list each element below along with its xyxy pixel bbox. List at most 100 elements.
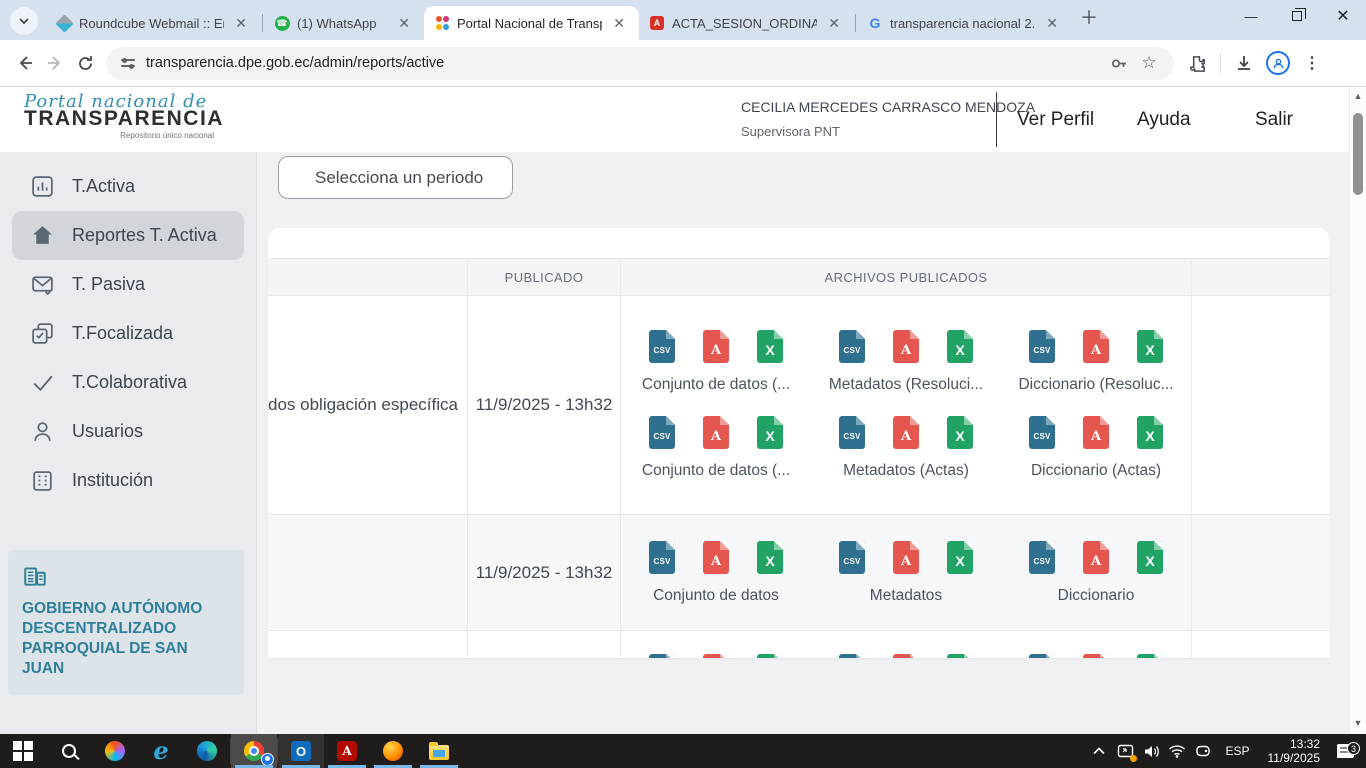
file-group-label[interactable]: Diccionario (Resoluc... <box>1018 376 1173 394</box>
tab-close-button[interactable]: ✕ <box>824 14 844 32</box>
tab-whatsapp[interactable]: ☎ (1) WhatsApp ✕ <box>264 6 424 40</box>
pdf-file-icon[interactable]: A <box>703 654 729 658</box>
csv-file-icon[interactable]: CSV <box>649 654 675 658</box>
xls-file-icon[interactable]: X <box>1137 330 1163 363</box>
site-info-icon[interactable] <box>120 55 136 71</box>
pdf-file-icon[interactable]: A <box>893 330 919 363</box>
tab-close-button[interactable]: ✕ <box>609 14 629 32</box>
xls-file-icon[interactable]: X <box>947 416 973 449</box>
pdf-file-icon[interactable]: A <box>893 416 919 449</box>
volume-icon[interactable] <box>1139 739 1163 763</box>
file-group-label[interactable]: Diccionario <box>1058 587 1135 605</box>
file-group-label[interactable]: Diccionario (Actas) <box>1031 462 1161 480</box>
pdf-file-icon[interactable]: A <box>703 541 729 574</box>
wifi-icon[interactable] <box>1165 739 1189 763</box>
new-tab-button[interactable]: ＋ <box>1080 4 1098 30</box>
csv-file-icon[interactable]: CSV <box>1029 541 1055 574</box>
pdf-file-icon[interactable]: A <box>1083 541 1109 574</box>
csv-file-icon[interactable]: CSV <box>649 330 675 363</box>
clock[interactable]: 13:32 11/9/2025 <box>1260 737 1329 765</box>
start-button[interactable] <box>0 734 46 768</box>
csv-file-icon[interactable]: CSV <box>839 541 865 574</box>
csv-file-icon[interactable]: CSV <box>1029 416 1055 449</box>
profile-avatar-icon[interactable] <box>1263 48 1293 78</box>
pdf-file-icon[interactable]: A <box>703 330 729 363</box>
xls-file-icon[interactable]: X <box>1137 654 1163 658</box>
browser-menu-icon[interactable]: ⋮ <box>1297 48 1327 78</box>
ayuda-link[interactable]: Ayuda <box>1137 109 1191 131</box>
sidebar-item-t-pasiva[interactable]: T. Pasiva <box>12 260 244 309</box>
sidebar-item-institucion[interactable]: Institución <box>12 456 244 505</box>
xls-file-icon[interactable]: X <box>947 330 973 363</box>
bookmark-star-icon[interactable]: ☆ <box>1134 48 1164 78</box>
taskbar-search-button[interactable] <box>46 734 92 768</box>
device-icon[interactable] <box>1191 739 1215 763</box>
close-button[interactable]: ✕ <box>1320 0 1366 32</box>
extensions-icon[interactable] <box>1182 48 1212 78</box>
csv-file-icon[interactable]: CSV <box>839 330 865 363</box>
notification-center-button[interactable]: 3 <box>1330 744 1360 758</box>
scroll-down-icon[interactable]: ▼ <box>1353 718 1363 728</box>
scrollbar-thumb[interactable] <box>1353 113 1363 195</box>
pdf-file-icon[interactable]: A <box>893 654 919 658</box>
xls-file-icon[interactable]: X <box>947 654 973 658</box>
pdf-file-icon[interactable]: A <box>1083 654 1109 658</box>
pdf-file-icon[interactable]: A <box>1083 416 1109 449</box>
csv-file-icon[interactable]: CSV <box>649 541 675 574</box>
screen-share-icon[interactable] <box>1113 739 1137 763</box>
address-bar[interactable]: transparencia.dpe.gob.ec/admin/reports/a… <box>106 47 1174 80</box>
pdf-file-icon[interactable]: A <box>893 541 919 574</box>
period-select[interactable]: Selecciona un periodo <box>278 156 513 199</box>
csv-file-icon[interactable]: CSV <box>839 654 865 658</box>
sidebar-item-t-focalizada[interactable]: T.Focalizada <box>12 309 244 358</box>
taskbar-acrobat-button[interactable]: A <box>324 734 370 768</box>
file-group-label[interactable]: Metadatos (Resoluci... <box>829 376 983 394</box>
taskbar-explorer-button[interactable] <box>416 734 462 768</box>
file-group-label[interactable]: Conjunto de datos <box>653 587 779 605</box>
institution-card[interactable]: GOBIERNO AUTÓNOMO DESCENTRALIZADO PARROQ… <box>8 550 244 695</box>
xls-file-icon[interactable]: X <box>757 654 783 658</box>
pdf-file-icon[interactable]: A <box>703 416 729 449</box>
back-button[interactable] <box>10 48 40 78</box>
salir-link[interactable]: Salir <box>1255 109 1293 131</box>
page-scrollbar[interactable]: ▲ ▼ <box>1349 87 1366 734</box>
minimize-button[interactable]: — <box>1228 0 1274 32</box>
sidebar-item-t-colaborativa[interactable]: T.Colaborativa <box>12 358 244 407</box>
sidebar-item-usuarios[interactable]: Usuarios <box>12 407 244 456</box>
tab-search-button[interactable] <box>10 7 38 35</box>
tray-chevron-up-icon[interactable] <box>1087 739 1111 763</box>
xls-file-icon[interactable]: X <box>1137 416 1163 449</box>
taskbar-outlook-button[interactable]: O <box>278 734 324 768</box>
downloads-icon[interactable] <box>1229 48 1259 78</box>
tab-portal-active[interactable]: Portal Nacional de Transpare ✕ <box>424 6 639 40</box>
url-text[interactable]: transparencia.dpe.gob.ec/admin/reports/a… <box>146 55 1104 71</box>
taskbar-edge-button[interactable] <box>184 734 230 768</box>
tab-roundcube[interactable]: Roundcube Webmail :: Entra ✕ <box>46 6 261 40</box>
restore-button[interactable] <box>1274 0 1320 32</box>
csv-file-icon[interactable]: CSV <box>1029 330 1055 363</box>
sidebar-item-t-activa[interactable]: T.Activa <box>12 162 244 211</box>
xls-file-icon[interactable]: X <box>757 330 783 363</box>
taskbar-chrome-button[interactable] <box>231 734 277 768</box>
file-group-label[interactable]: Metadatos <box>870 587 942 605</box>
password-key-icon[interactable] <box>1104 48 1134 78</box>
taskbar-copilot-button[interactable] <box>92 734 138 768</box>
ver-perfil-link[interactable]: Ver Perfil <box>1017 109 1094 131</box>
sidebar-item-reportes-t-activa[interactable]: Reportes T. Activa <box>12 211 244 260</box>
file-group-label[interactable]: Conjunto de datos (... <box>642 376 790 394</box>
tab-acta-pdf[interactable]: A ACTA_SESION_ORDINARIA.p ✕ <box>639 6 854 40</box>
tab-close-button[interactable]: ✕ <box>394 14 414 32</box>
file-group-label[interactable]: Conjunto de datos (... <box>642 462 790 480</box>
csv-file-icon[interactable]: CSV <box>839 416 865 449</box>
tab-google-search[interactable]: G transparencia nacional 2.0 - ✕ <box>857 6 1072 40</box>
csv-file-icon[interactable]: CSV <box>649 416 675 449</box>
csv-file-icon[interactable]: CSV <box>1029 654 1055 658</box>
language-indicator[interactable]: ESP <box>1217 744 1257 758</box>
xls-file-icon[interactable]: X <box>757 416 783 449</box>
tab-close-button[interactable]: ✕ <box>1042 14 1062 32</box>
taskbar-ie-button[interactable]: e <box>138 734 184 768</box>
reload-button[interactable] <box>70 48 100 78</box>
tab-close-button[interactable]: ✕ <box>231 14 251 32</box>
forward-button[interactable] <box>40 48 70 78</box>
taskbar-firefox-button[interactable] <box>370 734 416 768</box>
